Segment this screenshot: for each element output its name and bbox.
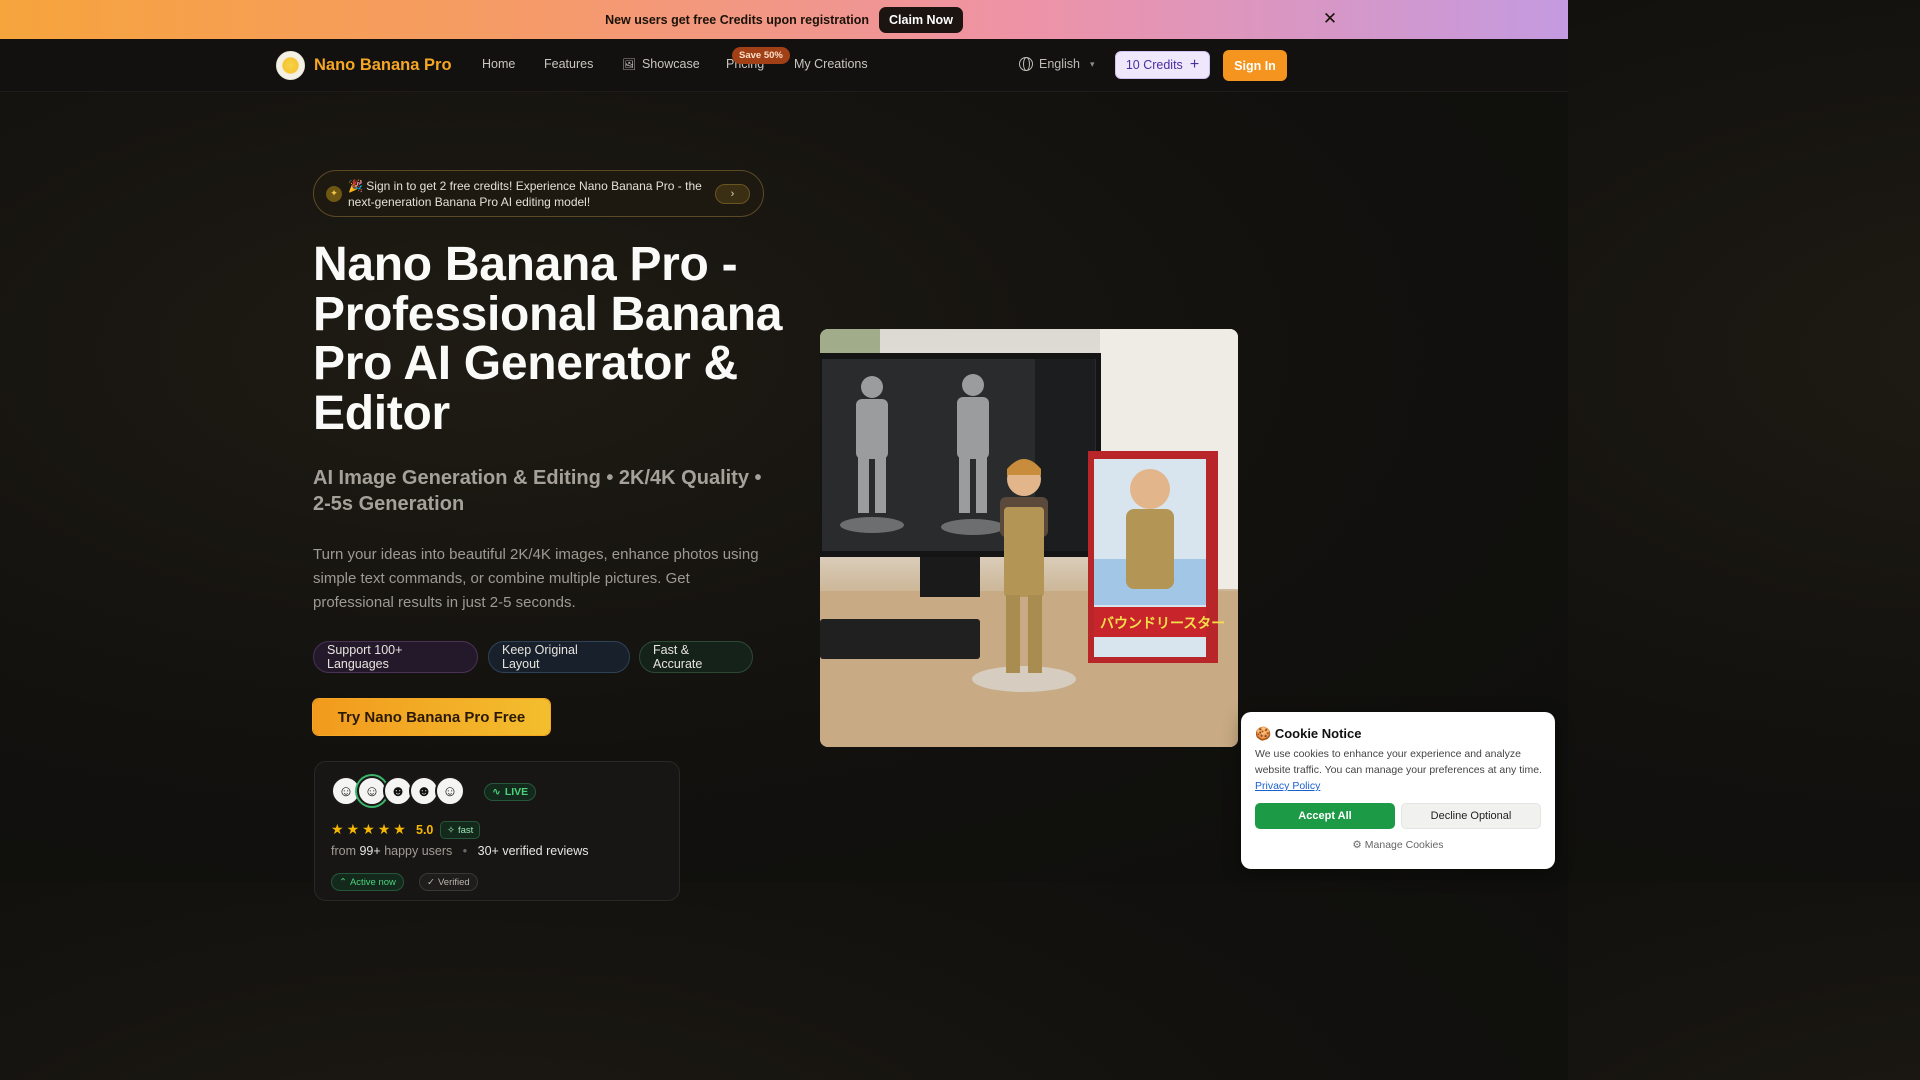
hero-illustration: バウンドリースター <box>820 329 1238 747</box>
claim-now-button[interactable]: Claim Now <box>879 6 963 33</box>
active-now-label: Active now <box>349 876 396 888</box>
box-character-body <box>1126 509 1174 589</box>
announcement-text: 🎉 Sign in to get 2 free credits! Experie… <box>348 178 702 209</box>
monitor-stand <box>920 557 980 597</box>
users-count: 99+ <box>359 844 381 858</box>
hero-subtitle: AI Image Generation & Editing • 2K/4K Qu… <box>313 467 762 515</box>
sign-in-button[interactable]: Sign In <box>1223 50 1287 81</box>
verified-label: Verified <box>437 876 470 888</box>
bolt-icon: ✧ <box>447 824 455 836</box>
separator-dot: • <box>462 844 468 858</box>
box-title-text: バウンドリースター <box>1100 616 1225 632</box>
star-icon: ★ <box>377 821 391 837</box>
globe-icon <box>1019 57 1033 71</box>
nav-link-showcase[interactable]: 🖼 Showcase <box>622 57 700 71</box>
fast-badge: ✧ fast <box>440 821 481 839</box>
star-icon: ★ <box>362 821 375 837</box>
promo-banner: New users get free Credits upon registra… <box>0 0 1568 39</box>
logo-text: Nano Banana Pro <box>314 56 452 74</box>
cookie-title: 🍪 Cookie Notice <box>1255 726 1362 742</box>
figure-overalls <box>1004 507 1044 597</box>
avatar: ☺ <box>435 776 465 806</box>
save-badge: Save 50% <box>732 47 790 64</box>
close-icon[interactable]: ✕ <box>1320 9 1340 29</box>
plus-icon: + <box>1189 56 1200 73</box>
chevron-right-icon[interactable]: › <box>715 184 750 204</box>
figure-leg-right <box>1028 595 1042 673</box>
active-now-chip: ⌃ Active now <box>331 873 404 891</box>
figure-leg-left <box>1006 595 1020 673</box>
verified-chip: ✓ Verified <box>419 873 478 891</box>
verified-reviews: 30+ verified reviews <box>477 844 589 858</box>
live-badge: ∿ LIVE <box>484 783 537 801</box>
cookie-title-text: Cookie Notice <box>1274 726 1362 741</box>
cookie-icon: 🍪 <box>1255 726 1272 741</box>
nav-link-home[interactable]: Home <box>482 57 515 71</box>
cookie-body: We use cookies to enhance your experienc… <box>1255 746 1545 794</box>
users-suffix: happy users <box>384 844 453 858</box>
live-label: LIVE <box>504 786 529 798</box>
hero-image: バウンドリースター <box>820 329 1238 747</box>
nav-link-showcase-label: Showcase <box>641 57 700 71</box>
check-icon: ✓ <box>427 876 435 888</box>
privacy-policy-link[interactable]: Privacy Policy <box>1255 780 1320 792</box>
fast-label: fast <box>457 824 474 836</box>
social-proof-card: ☺ ☺ ☻ ☻ ☺ ∿ LIVE ★ ★ ★ ★ ★ 5.0 ✧ fast from… <box>314 761 680 901</box>
image-icon: 🖼 <box>622 59 636 71</box>
star-icon: ★ <box>346 821 360 837</box>
hero-description: Turn your ideas into beautiful 2K/4K ima… <box>313 546 759 611</box>
manage-cookies-button[interactable]: ⚙ Manage Cookies <box>1241 839 1555 851</box>
feature-pill-languages: Support 100+ Languages <box>313 641 478 673</box>
cookie-body-text: We use cookies to enhance your experienc… <box>1255 748 1542 776</box>
avatar-group: ☺ ☺ ☻ ☻ ☺ <box>331 776 465 806</box>
decline-optional-button[interactable]: Decline Optional <box>1401 803 1541 829</box>
sparkle-icon: ✦ <box>326 185 342 202</box>
nav-link-my-creations[interactable]: My Creations <box>794 57 868 71</box>
promo-text: New users get free Credits upon registra… <box>605 12 870 27</box>
logo[interactable]: Nano Banana Pro <box>276 51 452 80</box>
star-icon: ★ <box>393 821 406 837</box>
feature-pill-layout: Keep Original Layout <box>488 641 630 673</box>
language-label: English <box>1039 57 1080 71</box>
keyboard <box>820 619 980 659</box>
nav-link-features[interactable]: Features <box>544 57 593 71</box>
logo-icon <box>276 51 305 80</box>
pulse-icon: ∿ <box>492 786 501 798</box>
language-selector[interactable]: English ▾ <box>1019 57 1095 71</box>
accept-all-button[interactable]: Accept All <box>1255 803 1395 829</box>
credits-label: 10 Credits <box>1125 58 1183 72</box>
manage-cookies-label: Manage Cookies <box>1364 839 1444 851</box>
activity-icon: ⌃ <box>339 876 347 888</box>
review-summary: from 99+ happy users • 30+ verified revi… <box>331 844 588 858</box>
try-free-button[interactable]: Try Nano Banana Pro Free <box>313 699 550 735</box>
feature-pill-fast: Fast & Accurate <box>639 641 753 673</box>
hero-title: Nano Banana Pro - Professional Banana Pr… <box>313 238 783 440</box>
reviews-prefix: from <box>331 844 356 858</box>
chevron-down-icon: ▾ <box>1090 58 1095 69</box>
cookie-notice: 🍪 Cookie Notice We use cookies to enhanc… <box>1241 712 1555 869</box>
gear-icon: ⚙ <box>1352 839 1362 851</box>
star-icon: ★ <box>331 821 344 837</box>
announcement-banner[interactable]: ✦ 🎉 Sign in to get 2 free credits! Exper… <box>313 170 764 217</box>
box-character-head <box>1130 469 1170 509</box>
rating-value: 5.0 <box>416 823 434 837</box>
star-rating: ★ ★ ★ ★ ★ <box>331 821 406 838</box>
credits-button[interactable]: 10 Credits + <box>1115 51 1210 79</box>
figure-base <box>972 666 1076 692</box>
